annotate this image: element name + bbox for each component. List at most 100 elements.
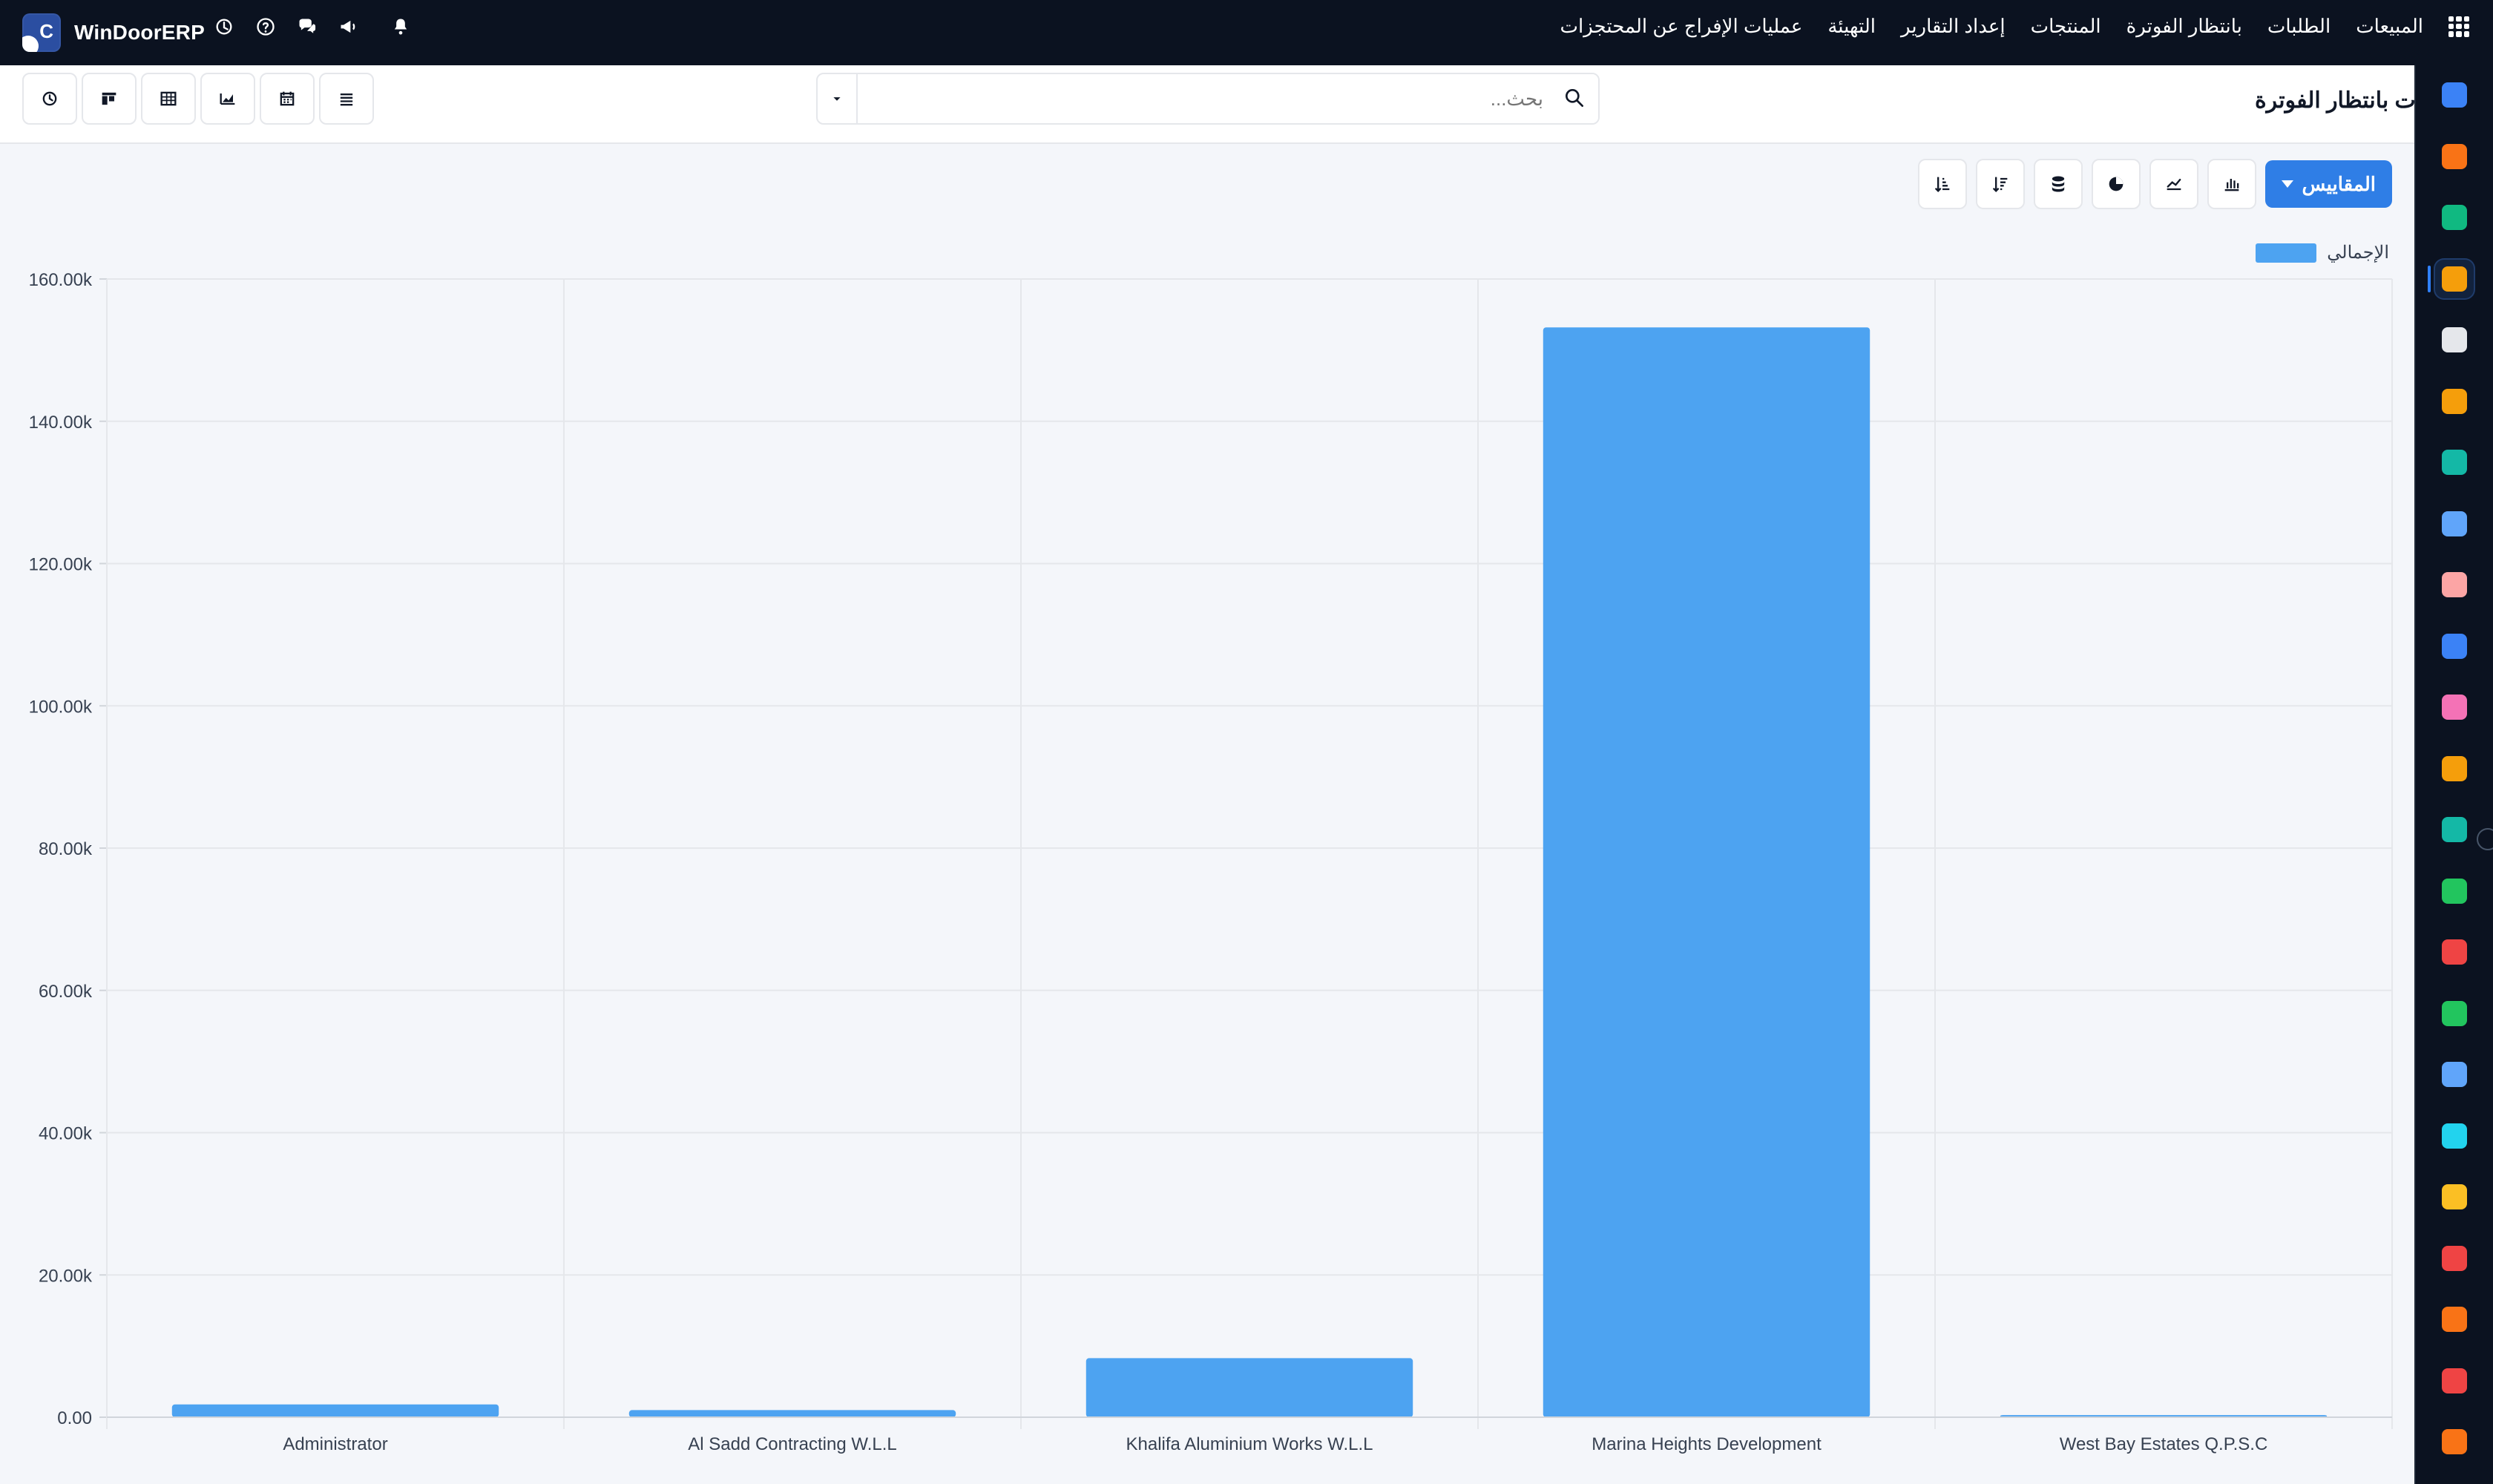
settings-app-icon[interactable]	[2434, 1360, 2475, 1402]
bar-3[interactable]	[1543, 327, 1870, 1417]
x-tick-label: Administrator	[283, 1434, 387, 1454]
banking-app-icon[interactable]	[2434, 1238, 2475, 1279]
manufacturing-app-icon[interactable]	[2434, 1298, 2475, 1340]
sign-glyph	[2442, 817, 2467, 842]
discuss-app-icon[interactable]	[2434, 136, 2475, 177]
calendar-view-icon[interactable]	[260, 73, 315, 125]
measures-dropdown[interactable]: المقاييس	[2264, 160, 2392, 208]
tasks-app-icon[interactable]	[2434, 441, 2475, 483]
apps-grid-icon[interactable]	[2448, 16, 2469, 37]
timer-app-icon[interactable]	[2434, 1054, 2475, 1095]
mail-app-icon[interactable]	[2434, 74, 2475, 116]
dashboard-app-icon[interactable]	[2434, 931, 2475, 973]
invoice-glyph	[2442, 633, 2467, 659]
employees-app-icon[interactable]	[2434, 686, 2475, 728]
products-app-icon[interactable]	[2434, 319, 2475, 361]
reporting-app-icon[interactable]	[2428, 257, 2475, 300]
menu-orders[interactable]: الطلبات	[2267, 15, 2331, 38]
line-chart-icon[interactable]	[2149, 159, 2198, 209]
website-app-icon[interactable]	[2434, 1115, 2475, 1157]
x-tick-label: Marina Heights Development	[1592, 1434, 1822, 1454]
search-icon	[1566, 89, 1583, 107]
sort-desc-icon[interactable]	[1975, 159, 2025, 209]
y-tick-label: 20.00k	[39, 1266, 93, 1286]
settings-glyph	[2442, 1368, 2467, 1393]
knowledge-app-icon[interactable]	[2434, 503, 2475, 545]
contacts-card-glyph	[2442, 878, 2467, 904]
bar-1[interactable]	[628, 1410, 956, 1417]
activity-view-icon[interactable]	[22, 73, 77, 125]
knowledge-glyph	[2442, 510, 2467, 536]
search-box	[816, 73, 1600, 125]
systray	[214, 16, 411, 37]
search-input[interactable]	[858, 74, 1598, 123]
calendar-glyph	[2442, 755, 2467, 781]
discovery-app-icon[interactable]	[2434, 1421, 2475, 1462]
graph-toolbar: المقاييس	[1917, 159, 2392, 209]
control-panel	[0, 65, 2416, 144]
sign-app-icon[interactable]	[2434, 809, 2475, 850]
pivot-view-icon[interactable]	[141, 73, 196, 125]
view-switcher	[22, 73, 374, 125]
megaphone-icon[interactable]	[338, 16, 359, 37]
menu-retention-releases[interactable]: عمليات الإفراج عن المحتجزات	[1560, 15, 1803, 38]
contacts-glyph	[2442, 388, 2467, 414]
inventory-app-icon[interactable]	[2434, 197, 2475, 238]
x-tick-label: Al Sadd Contracting W.L.L	[688, 1434, 896, 1454]
kanban-view-icon[interactable]	[82, 73, 137, 125]
contacts-app-icon[interactable]	[2434, 381, 2475, 422]
discovery-glyph	[2442, 1429, 2467, 1454]
search-options-toggle[interactable]	[818, 74, 858, 123]
bar-2[interactable]	[1085, 1358, 1413, 1417]
stacked-icon[interactable]	[2033, 159, 2083, 209]
website-glyph	[2442, 1123, 2467, 1149]
brand[interactable]: WinDoorERP	[22, 13, 205, 52]
chat-icon[interactable]	[297, 16, 318, 37]
caret-down-icon	[2281, 180, 2293, 188]
apps-rail	[2414, 65, 2493, 1484]
help-icon[interactable]	[255, 16, 276, 37]
menu-products[interactable]: المنتجات	[2031, 15, 2101, 38]
main-menu: المبيعات الطلبات بانتظار الفوترة المنتجا…	[1560, 15, 2469, 38]
brand-title: WinDoorERP	[74, 21, 205, 44]
package-app-icon[interactable]	[2434, 564, 2475, 605]
bar-0[interactable]	[171, 1404, 499, 1417]
mail-glyph	[2442, 82, 2467, 108]
whatsapp-glyph	[2442, 1000, 2467, 1026]
y-tick-label: 60.00k	[39, 982, 93, 1002]
bar-chart-icon[interactable]	[2207, 159, 2256, 209]
contacts-card-app-icon[interactable]	[2434, 870, 2475, 912]
banking-glyph	[2442, 1245, 2467, 1271]
pie-chart-icon[interactable]	[2091, 159, 2141, 209]
bell-icon[interactable]	[390, 16, 411, 37]
list-view-icon[interactable]	[319, 73, 374, 125]
whatsapp-app-icon[interactable]	[2434, 993, 2475, 1034]
telegram-glyph	[2442, 1184, 2467, 1209]
calendar-app-icon[interactable]	[2434, 748, 2475, 789]
y-tick-label: 100.00k	[29, 697, 93, 717]
products-glyph	[2442, 327, 2467, 352]
y-tick-label: 120.00k	[29, 555, 93, 575]
menu-to-invoice[interactable]: بانتظار الفوترة	[2126, 15, 2242, 38]
y-tick-label: 0.00	[57, 1408, 92, 1428]
dashboard-glyph	[2442, 939, 2467, 965]
menu-configuration[interactable]: التهيئة	[1827, 15, 1876, 38]
x-tick-label: Khalifa Aluminium Works W.L.L	[1126, 1434, 1373, 1454]
menu-sales[interactable]: المبيعات	[2356, 15, 2423, 38]
measures-label: المقاييس	[2302, 172, 2376, 195]
graph-view-icon[interactable]	[200, 73, 255, 125]
y-tick-label: 160.00k	[29, 270, 93, 290]
reporting-glyph	[2442, 266, 2467, 292]
clock-icon[interactable]	[214, 16, 234, 37]
tasks-glyph	[2442, 450, 2467, 475]
y-tick-label: 40.00k	[39, 1124, 93, 1144]
bar-chart: 0.00 20.00k 40.00k 60.00k 80.00k 100.00k 120.0…	[0, 223, 2416, 1484]
company-logo	[22, 13, 61, 52]
top-navbar: WinDoorERP المبيعات الطلبات بانتظار الفو…	[0, 0, 2493, 65]
employees-glyph	[2442, 695, 2467, 720]
invoice-app-icon[interactable]	[2434, 626, 2475, 667]
rail-collapse-handle[interactable]	[2477, 828, 2493, 850]
menu-reporting[interactable]: إعداد التقارير	[1901, 15, 2006, 38]
telegram-app-icon[interactable]	[2434, 1176, 2475, 1218]
sort-asc-icon[interactable]	[1917, 159, 1967, 209]
